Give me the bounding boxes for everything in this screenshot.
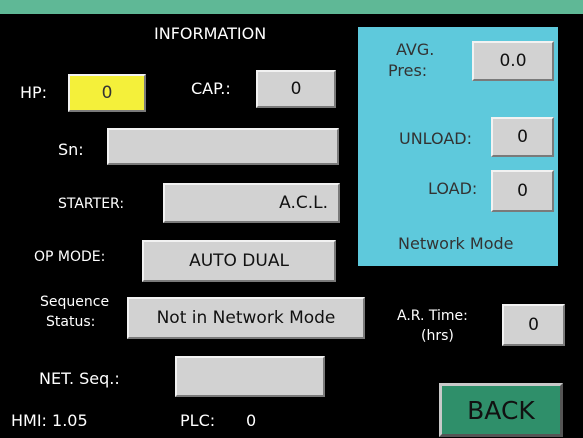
avg-pres-value[interactable]: 0.0 [472,41,554,81]
network-mode-label: Network Mode [398,234,514,253]
avg-pres-label-1: AVG. [396,40,435,59]
ar-time-value[interactable]: 0 [502,304,565,346]
hmi-version: HMI: 1.05 [11,411,88,430]
sequence-status-label-2: Status: [46,314,96,330]
ar-time-label-2: (hrs) [421,328,454,344]
sequence-status-label-1: Sequence [40,294,110,310]
unload-label: UNLOAD: [399,129,472,148]
sn-label: Sn: [58,140,84,159]
avg-pres-label-2: Pres: [388,61,428,80]
load-label: LOAD: [428,179,478,198]
sn-field[interactable] [107,128,339,165]
hp-value[interactable]: 0 [68,74,146,112]
back-button[interactable]: BACK [439,383,563,437]
unload-value[interactable]: 0 [491,117,554,157]
starter-label: STARTER: [58,196,125,212]
net-seq-label: NET. Seq.: [39,369,120,388]
ar-time-label-1: A.R. Time: [397,308,468,324]
plc-label: PLC: [180,411,216,430]
info-screen: INFORMATION HP: 0 CAP.: 0 Sn: STARTER: A… [0,0,583,438]
network-panel: AVG. Pres: 0.0 UNLOAD: 0 LOAD: 0 Network… [358,27,558,266]
op-mode-value[interactable]: AUTO DUAL [142,240,336,282]
op-mode-label: OP MODE: [34,249,106,265]
sequence-status-value[interactable]: Not in Network Mode [127,297,365,339]
hp-label: HP: [20,83,48,102]
cap-value[interactable]: 0 [256,70,336,108]
starter-value[interactable]: A.C.L. [163,183,340,223]
load-value[interactable]: 0 [491,170,554,212]
net-seq-field[interactable] [175,356,325,397]
page-title: INFORMATION [154,24,267,43]
top-bar [0,0,583,14]
cap-label: CAP.: [191,79,231,98]
plc-value: 0 [246,411,257,430]
